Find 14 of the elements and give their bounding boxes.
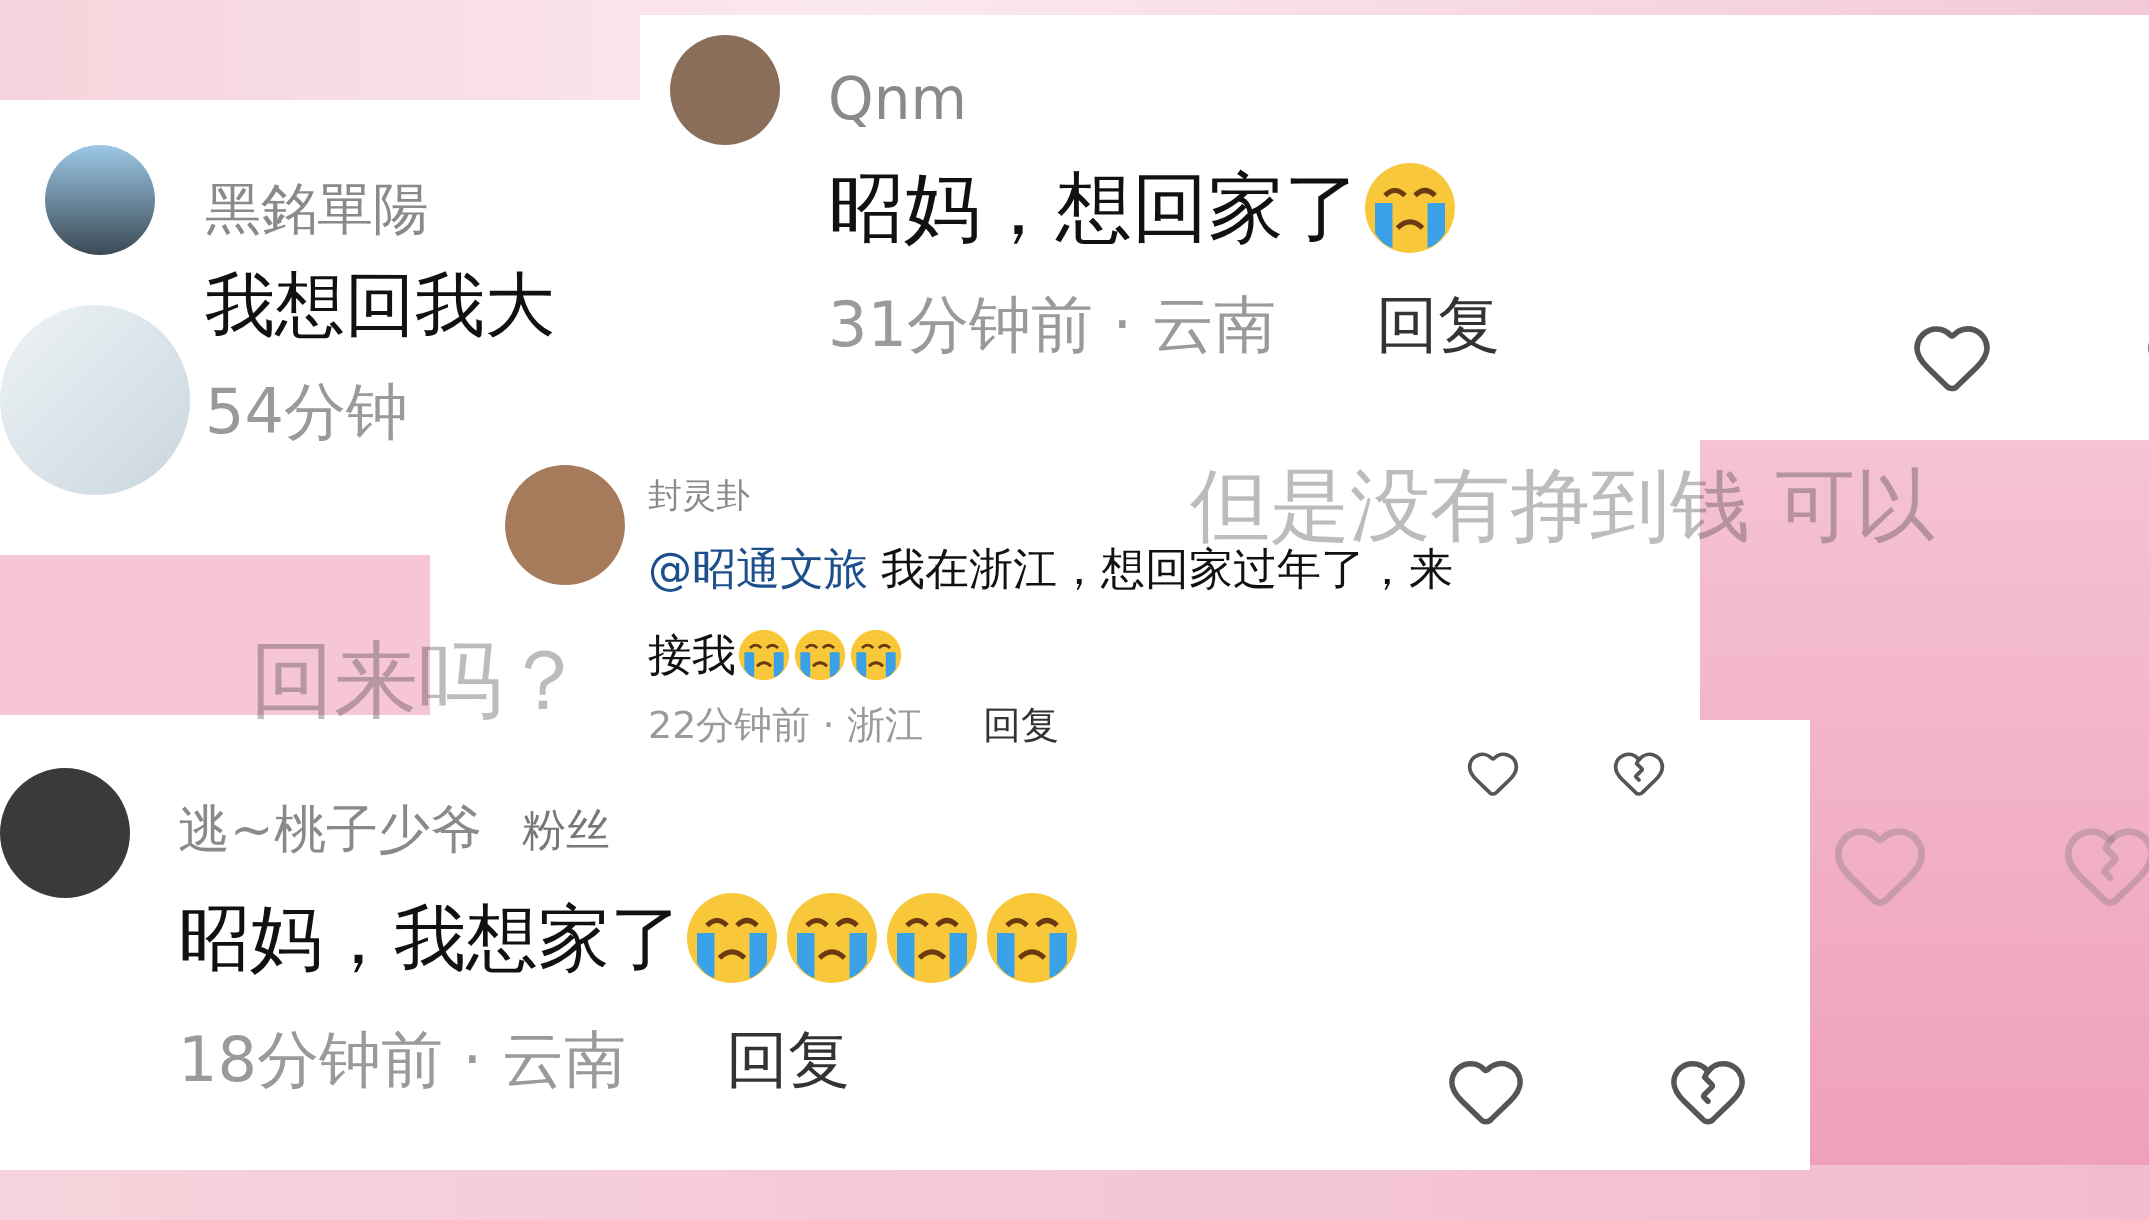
comment-time: 22分钟前 · 浙江 [648,701,923,749]
mention-link[interactable]: @昭通文旅 [648,525,868,612]
comment-text: 昭妈，想回家了 [828,161,1360,254]
comment-time: 18分钟前 · 云南 [178,1022,627,1099]
faded-comment-text: 回来吗？ [250,630,586,731]
comment-text: 接我 [648,627,736,682]
fan-label: 粉丝 [521,802,610,856]
comment-text: 昭妈，我想家了 [178,895,682,983]
comment-text: 我想回我大 [205,263,555,349]
reply-link[interactable]: 回复 [1376,282,1501,367]
reply-link[interactable]: 回复 [982,699,1059,751]
comment-time: 54分钟 [205,374,408,451]
comment-time: 31分钟前 · 云南 [828,286,1277,363]
reply-link[interactable]: 回复 [726,1018,851,1103]
